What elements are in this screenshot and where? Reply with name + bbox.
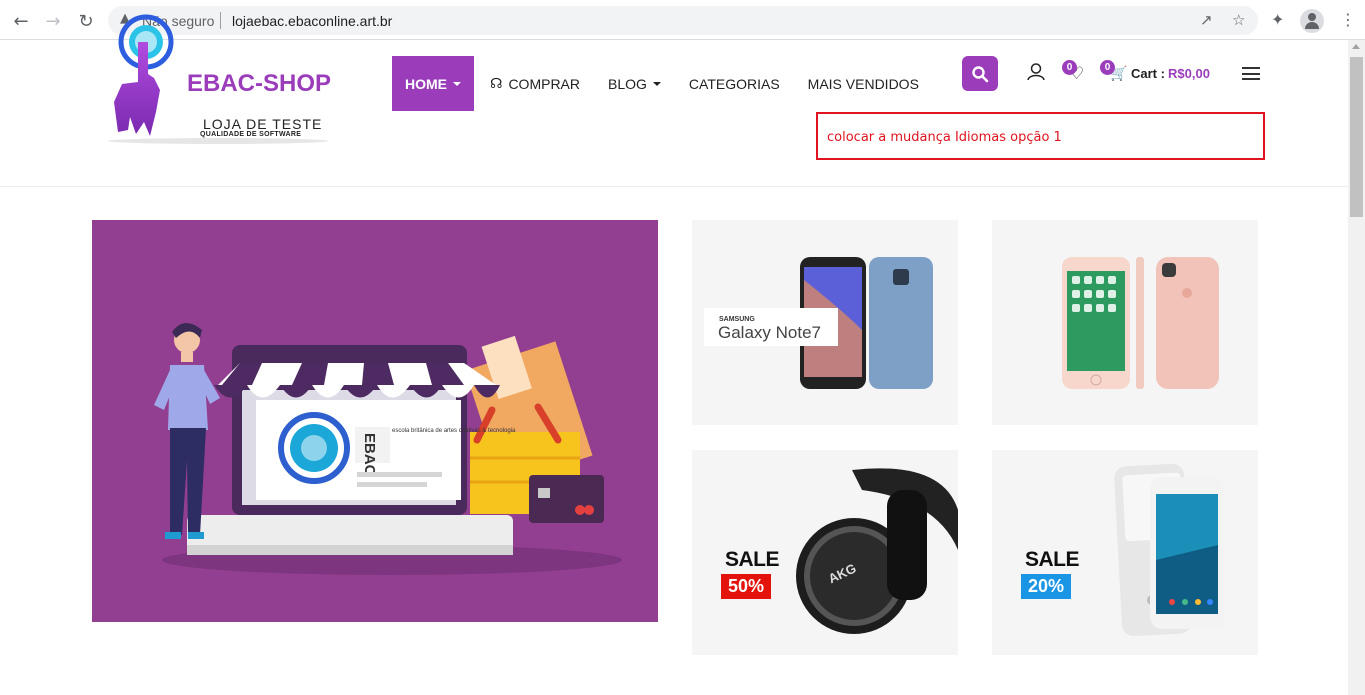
menu-item-label: CATEGORIAS (688, 75, 780, 92)
galaxy-product-name: Galaxy Note7 (718, 323, 821, 342)
hamburger-menu-icon[interactable] (1242, 67, 1260, 80)
online-shop-illustration: escola britânica de artes criativas & te… (154, 322, 622, 575)
scroll-up-icon[interactable] (1352, 44, 1360, 49)
menu-item-label: HOME (405, 75, 447, 92)
sale-label: SALE (1025, 548, 1080, 571)
site-tagline: LOJA DE TESTE (203, 116, 323, 132)
bookmark-star-icon[interactable]: ☆ (1232, 11, 1245, 29)
search-button[interactable] (962, 56, 998, 91)
reload-icon[interactable]: ↻ (75, 10, 97, 32)
back-icon[interactable]: ← (10, 10, 32, 32)
menu-item-label: BLOG (608, 75, 647, 92)
menu-item-label: MAIS VENDIDOS (807, 75, 919, 92)
cart-total[interactable]: R$0,00 (1168, 66, 1210, 81)
menu-item-label: COMPRAR (508, 75, 580, 92)
forward-icon[interactable]: → (42, 10, 64, 32)
wishlist-count-badge: 0 (1062, 60, 1077, 75)
menu-item-comprar[interactable]: ☊ COMPRAR (474, 56, 594, 111)
menu-item-home[interactable]: HOME (392, 56, 474, 111)
scroll-thumb[interactable] (1350, 57, 1363, 217)
extensions-icon[interactable]: ✦ (1271, 10, 1284, 29)
discount-badge: 20% (1021, 574, 1072, 599)
share-icon[interactable]: ↗ (1200, 11, 1213, 29)
headset-icon: ☊ (490, 75, 503, 92)
more-menu-icon[interactable]: ⋮ (1340, 10, 1356, 29)
menu-item-mais-vendidos[interactable]: MAIS VENDIDOS (794, 56, 933, 111)
language-notice-box: colocar a mudança Idiomas opção 1 (816, 112, 1265, 160)
screen-text: escola britânica de artes criativas & te… (392, 428, 516, 434)
menu-item-categorias[interactable]: CATEGORIAS (675, 56, 794, 111)
notice-text: colocar a mudança Idiomas opção 1 (827, 130, 1062, 145)
galaxy-note7-image: SAMSUNG Galaxy Note7 (704, 257, 933, 389)
samsung-brand: SAMSUNG (719, 316, 755, 323)
search-icon (972, 65, 989, 82)
user-account-icon[interactable] (1026, 62, 1046, 82)
caret-down-icon (453, 81, 461, 86)
site-tagline-sub: QUALIDADE DE SOFTWARE (200, 131, 302, 138)
discount-badge: 50% (721, 574, 772, 599)
page-scrollbar[interactable] (1348, 40, 1365, 695)
menu-item-blog[interactable]: BLOG (594, 56, 675, 111)
product-tile-iphone7[interactable] (992, 220, 1258, 425)
main-menu: HOME ☊ COMPRAR BLOG CATEGORIAS MAIS VEND… (392, 56, 933, 111)
product-tile-akg-headphones[interactable]: AKG SALE 50% (692, 450, 958, 655)
ebac-mark: EBAC (361, 433, 378, 476)
sale-label: SALE (725, 548, 780, 571)
brand-name[interactable]: EBAC-SHOP (187, 70, 331, 98)
hero-banner[interactable]: escola britânica de artes criativas & te… (92, 220, 658, 622)
profile-avatar-icon[interactable] (1300, 9, 1324, 33)
product-tile-pixel-phone[interactable]: SALE 20% (992, 450, 1258, 655)
product-tile-galaxy-note7[interactable]: SAMSUNG Galaxy Note7 (692, 220, 958, 425)
iphone7-image (1062, 257, 1219, 389)
cart-label[interactable]: Cart : (1131, 66, 1165, 81)
cart-count-badge: 0 (1100, 60, 1115, 75)
caret-down-icon (652, 81, 661, 86)
